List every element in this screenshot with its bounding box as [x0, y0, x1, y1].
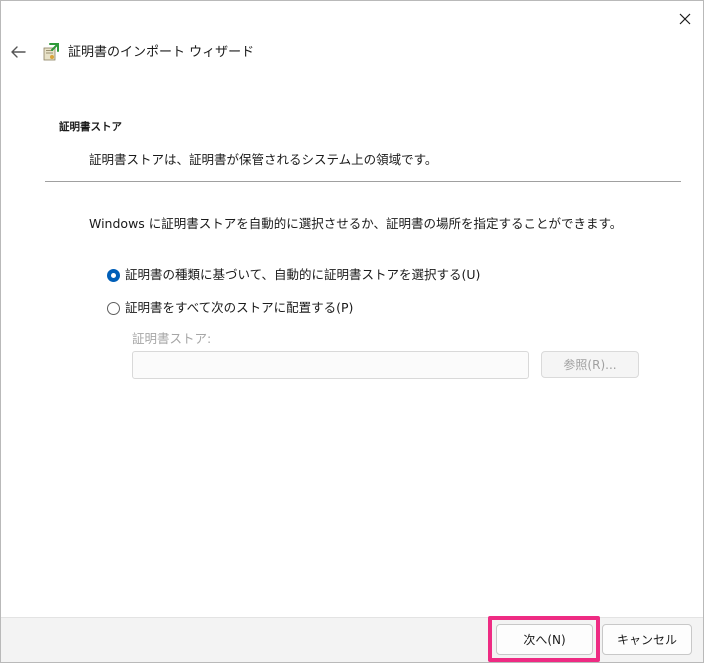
close-button[interactable] [669, 5, 701, 33]
header-divider [45, 181, 681, 182]
section-heading: 証明書ストア [59, 121, 122, 133]
radio-indicator-unchecked[interactable] [107, 301, 120, 315]
radio-place-in-store-label: 証明書をすべて次のストアに配置する(P) [125, 300, 354, 315]
wizard-title: 証明書のインポート ウィザード [68, 45, 255, 60]
close-icon [679, 13, 691, 25]
certificate-store-input[interactable] [132, 351, 529, 379]
radio-auto-select-label: 証明書の種類に基づいて、自動的に証明書ストアを選択する(U) [125, 267, 481, 282]
section-description: 証明書ストアは、証明書が保管されるシステム上の領域です。 [89, 152, 438, 167]
footer-bar [1, 617, 703, 662]
intro-text: Windows に証明書ストアを自動的に選択させるか、証明書の場所を指定すること… [89, 216, 623, 231]
radio-auto-select-store[interactable]: 証明書の種類に基づいて、自動的に証明書ストアを選択する(U) [107, 266, 480, 284]
certificate-store-label: 証明書ストア: [132, 331, 212, 346]
next-button[interactable]: 次へ(N) [496, 624, 593, 655]
radio-indicator-checked[interactable] [107, 268, 120, 282]
certificate-import-wizard-window: 証明書のインポート ウィザード 証明書ストア 証明書ストアは、証明書が保管される… [0, 0, 704, 663]
browse-button[interactable]: 参照(R)... [541, 351, 639, 378]
arrow-left-icon [11, 46, 26, 58]
radio-place-in-store[interactable]: 証明書をすべて次のストアに配置する(P) [107, 299, 353, 317]
certificate-import-icon [43, 43, 59, 61]
cancel-button[interactable]: キャンセル [602, 624, 692, 655]
back-button[interactable] [5, 39, 31, 65]
